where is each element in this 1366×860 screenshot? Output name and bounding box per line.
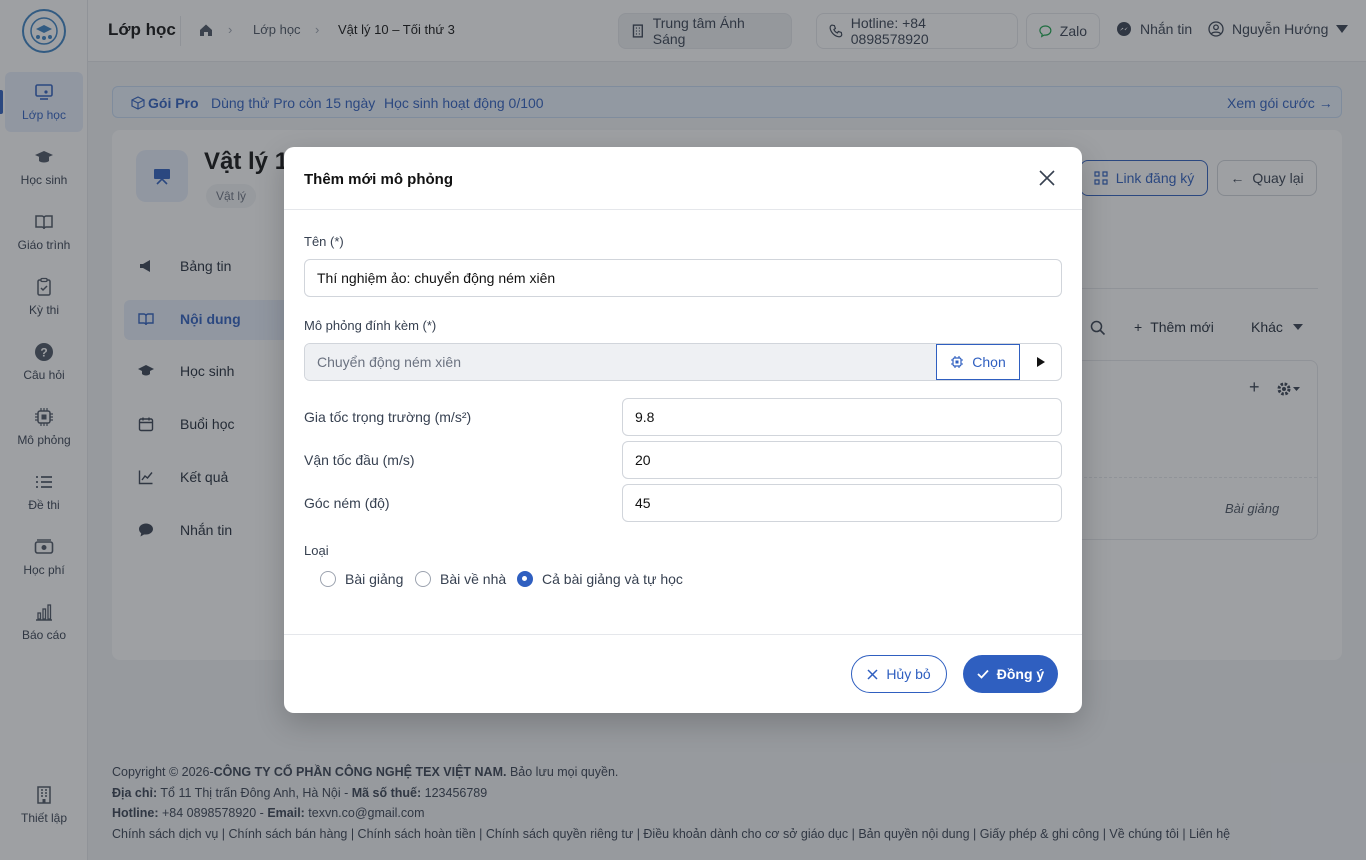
sim-label: Mô phỏng đính kèm (*) (304, 318, 437, 333)
choose-button[interactable]: Chọn (936, 344, 1020, 380)
radio-bai-giang[interactable]: Bài giảng (320, 571, 403, 587)
ok-label: Đồng ý (996, 666, 1045, 682)
angle-input[interactable]: 45 (622, 484, 1062, 522)
radio-label: Bài giảng (345, 571, 404, 587)
divider (284, 634, 1082, 635)
cancel-label: Hủy bỏ (886, 666, 931, 682)
cancel-button[interactable]: Hủy bỏ (851, 655, 947, 693)
radio-circle (415, 571, 431, 587)
modal-title: Thêm mới mô phỏng (304, 171, 453, 188)
param-label: Gia tốc trọng trường (m/s²) (304, 409, 472, 425)
velocity-input[interactable]: 20 (622, 441, 1062, 479)
add-simulation-modal: Thêm mới mô phỏng Tên (*) Thí nghiệm ảo:… (284, 147, 1082, 713)
play-button[interactable] (1020, 344, 1061, 380)
close-icon (867, 668, 878, 680)
param-label: Góc ném (độ) (304, 495, 390, 511)
radio-bai-ve-nha[interactable]: Bài về nhà (415, 571, 506, 587)
check-icon (977, 669, 989, 679)
play-icon (1037, 357, 1045, 367)
chip-icon (951, 356, 964, 368)
name-label: Tên (*) (304, 234, 344, 249)
sim-input[interactable]: Chuyển động ném xiên (305, 344, 936, 380)
type-label: Loại (304, 543, 329, 558)
name-input[interactable]: Thí nghiệm ảo: chuyển động ném xiên (304, 259, 1062, 297)
radio-label: Cả bài giảng và tự học (542, 571, 683, 587)
sim-picker: Chuyển động ném xiên Chọn (304, 343, 1062, 381)
radio-label: Bài về nhà (440, 571, 507, 587)
ok-button[interactable]: Đồng ý (963, 655, 1058, 693)
radio-circle-selected (517, 571, 533, 587)
param-label: Vận tốc đầu (m/s) (304, 452, 415, 468)
divider (284, 209, 1082, 210)
radio-ca-hai[interactable]: Cả bài giảng và tự học (517, 571, 683, 587)
choose-label: Chọn (972, 354, 1006, 370)
gravity-input[interactable]: 9.8 (622, 398, 1062, 436)
radio-circle (320, 571, 336, 587)
close-icon[interactable] (1036, 167, 1058, 189)
